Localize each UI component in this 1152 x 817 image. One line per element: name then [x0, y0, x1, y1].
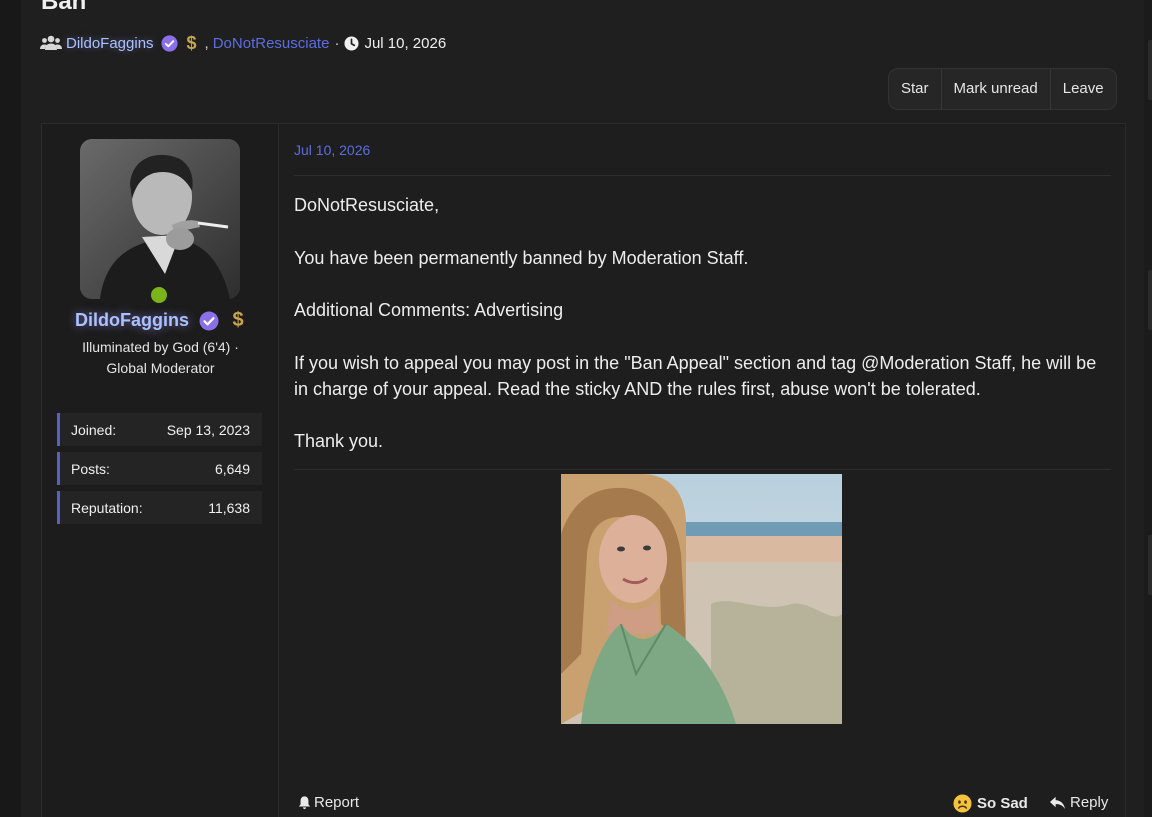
reaction-button[interactable]: So Sad: [953, 794, 1028, 813]
post-actions: Report So Sad Reply: [294, 794, 1111, 816]
stat-reputation: Reputation: 11,638: [57, 491, 262, 524]
page-title: Ban: [41, 0, 87, 15]
reply-button[interactable]: Reply: [1049, 794, 1108, 811]
author-name-link[interactable]: DildoFaggins: [75, 310, 189, 330]
edge-knob: [1148, 40, 1152, 100]
online-status-indicator: [148, 284, 170, 306]
star-button[interactable]: Star: [889, 69, 942, 109]
sad-face-icon: [953, 794, 972, 813]
message-paragraph: Additional Comments: Advertising: [294, 300, 564, 320]
stat-value: 6,649: [214, 460, 250, 477]
stat-joined: Joined: Sep 13, 2023: [57, 413, 262, 446]
message-paragraph: DoNotResusciate,: [294, 195, 440, 215]
reply-arrow-icon: [1050, 796, 1065, 810]
stat-value: Sep 13, 2023: [166, 421, 250, 438]
attached-image[interactable]: [561, 474, 842, 724]
message-paragraph: Thank you.: [294, 431, 384, 451]
user-info-panel: DildoFaggins $ Illuminated by God (6'4) …: [42, 124, 279, 817]
message-paragraph: If you wish to appeal you may post in th…: [294, 352, 1097, 399]
avatar[interactable]: [80, 139, 240, 299]
message-post: DildoFaggins $ Illuminated by God (6'4) …: [41, 123, 1126, 817]
attached-image-graphic: [561, 474, 842, 724]
users-icon: [40, 35, 62, 50]
participants-separator: ,: [204, 34, 209, 52]
mark-unread-button[interactable]: Mark unread: [942, 69, 1051, 109]
message-paragraph: You have been permanently banned by Mode…: [294, 247, 749, 268]
leave-button[interactable]: Leave: [1051, 69, 1116, 109]
left-edge: [0, 0, 21, 817]
thread-date[interactable]: Jul 10, 2026: [364, 35, 446, 52]
edge-knob: [1148, 535, 1152, 595]
reply-label: Reply: [1070, 794, 1109, 811]
stat-posts: Posts: 6,649: [57, 452, 262, 485]
bell-icon: [298, 796, 311, 810]
message-date[interactable]: Jul 10, 2026: [294, 142, 370, 158]
report-label: Report: [314, 794, 360, 811]
author-user-title: Illuminated by God (6'4) · Global Modera…: [62, 337, 259, 379]
stat-value: 11,638: [208, 499, 250, 516]
thread-meta: DildoFaggins $ , DoNotResusciate · Jul 1…: [40, 32, 446, 54]
stat-label: Posts:: [71, 460, 110, 477]
author-name-row: DildoFaggins $: [42, 310, 279, 331]
clock-icon: [344, 35, 359, 51]
user-title-line: Global Moderator: [106, 360, 215, 376]
reaction-label: So Sad: [977, 795, 1028, 812]
verified-check-icon: [160, 34, 178, 52]
thread-actions: Star Mark unread Leave: [888, 68, 1117, 110]
right-edge: [1144, 0, 1152, 817]
participant-link[interactable]: DoNotResusciate: [213, 35, 330, 52]
verified-check-icon: [199, 311, 219, 331]
dollar-sign-icon: $: [186, 33, 197, 53]
participant-link[interactable]: DildoFaggins: [66, 35, 154, 52]
message-body: DoNotResusciate, You have been permanent…: [294, 192, 1111, 481]
divider: [294, 469, 1111, 470]
stat-label: Reputation:: [71, 499, 143, 516]
stat-label: Joined:: [71, 421, 117, 438]
avatar-image: [80, 139, 240, 299]
report-button[interactable]: Report: [297, 794, 359, 811]
meta-dot: ·: [334, 34, 340, 52]
edge-knob: [1148, 270, 1152, 330]
divider: [294, 175, 1111, 176]
user-title-line: Illuminated by God (6'4) ·: [82, 339, 239, 355]
dollar-sign-icon: $: [232, 309, 244, 331]
